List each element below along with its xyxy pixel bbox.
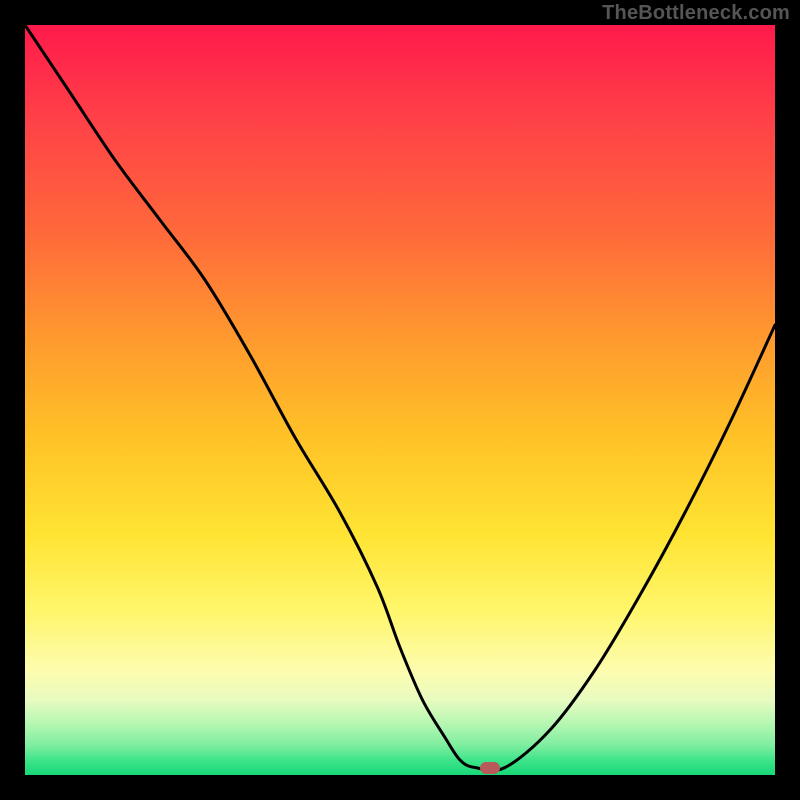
curve-path <box>25 25 775 771</box>
chart-frame: TheBottleneck.com <box>0 0 800 800</box>
watermark-text: TheBottleneck.com <box>602 2 790 25</box>
optimal-point-marker <box>480 762 500 774</box>
plot-area <box>25 25 775 775</box>
bottleneck-curve <box>25 25 775 775</box>
